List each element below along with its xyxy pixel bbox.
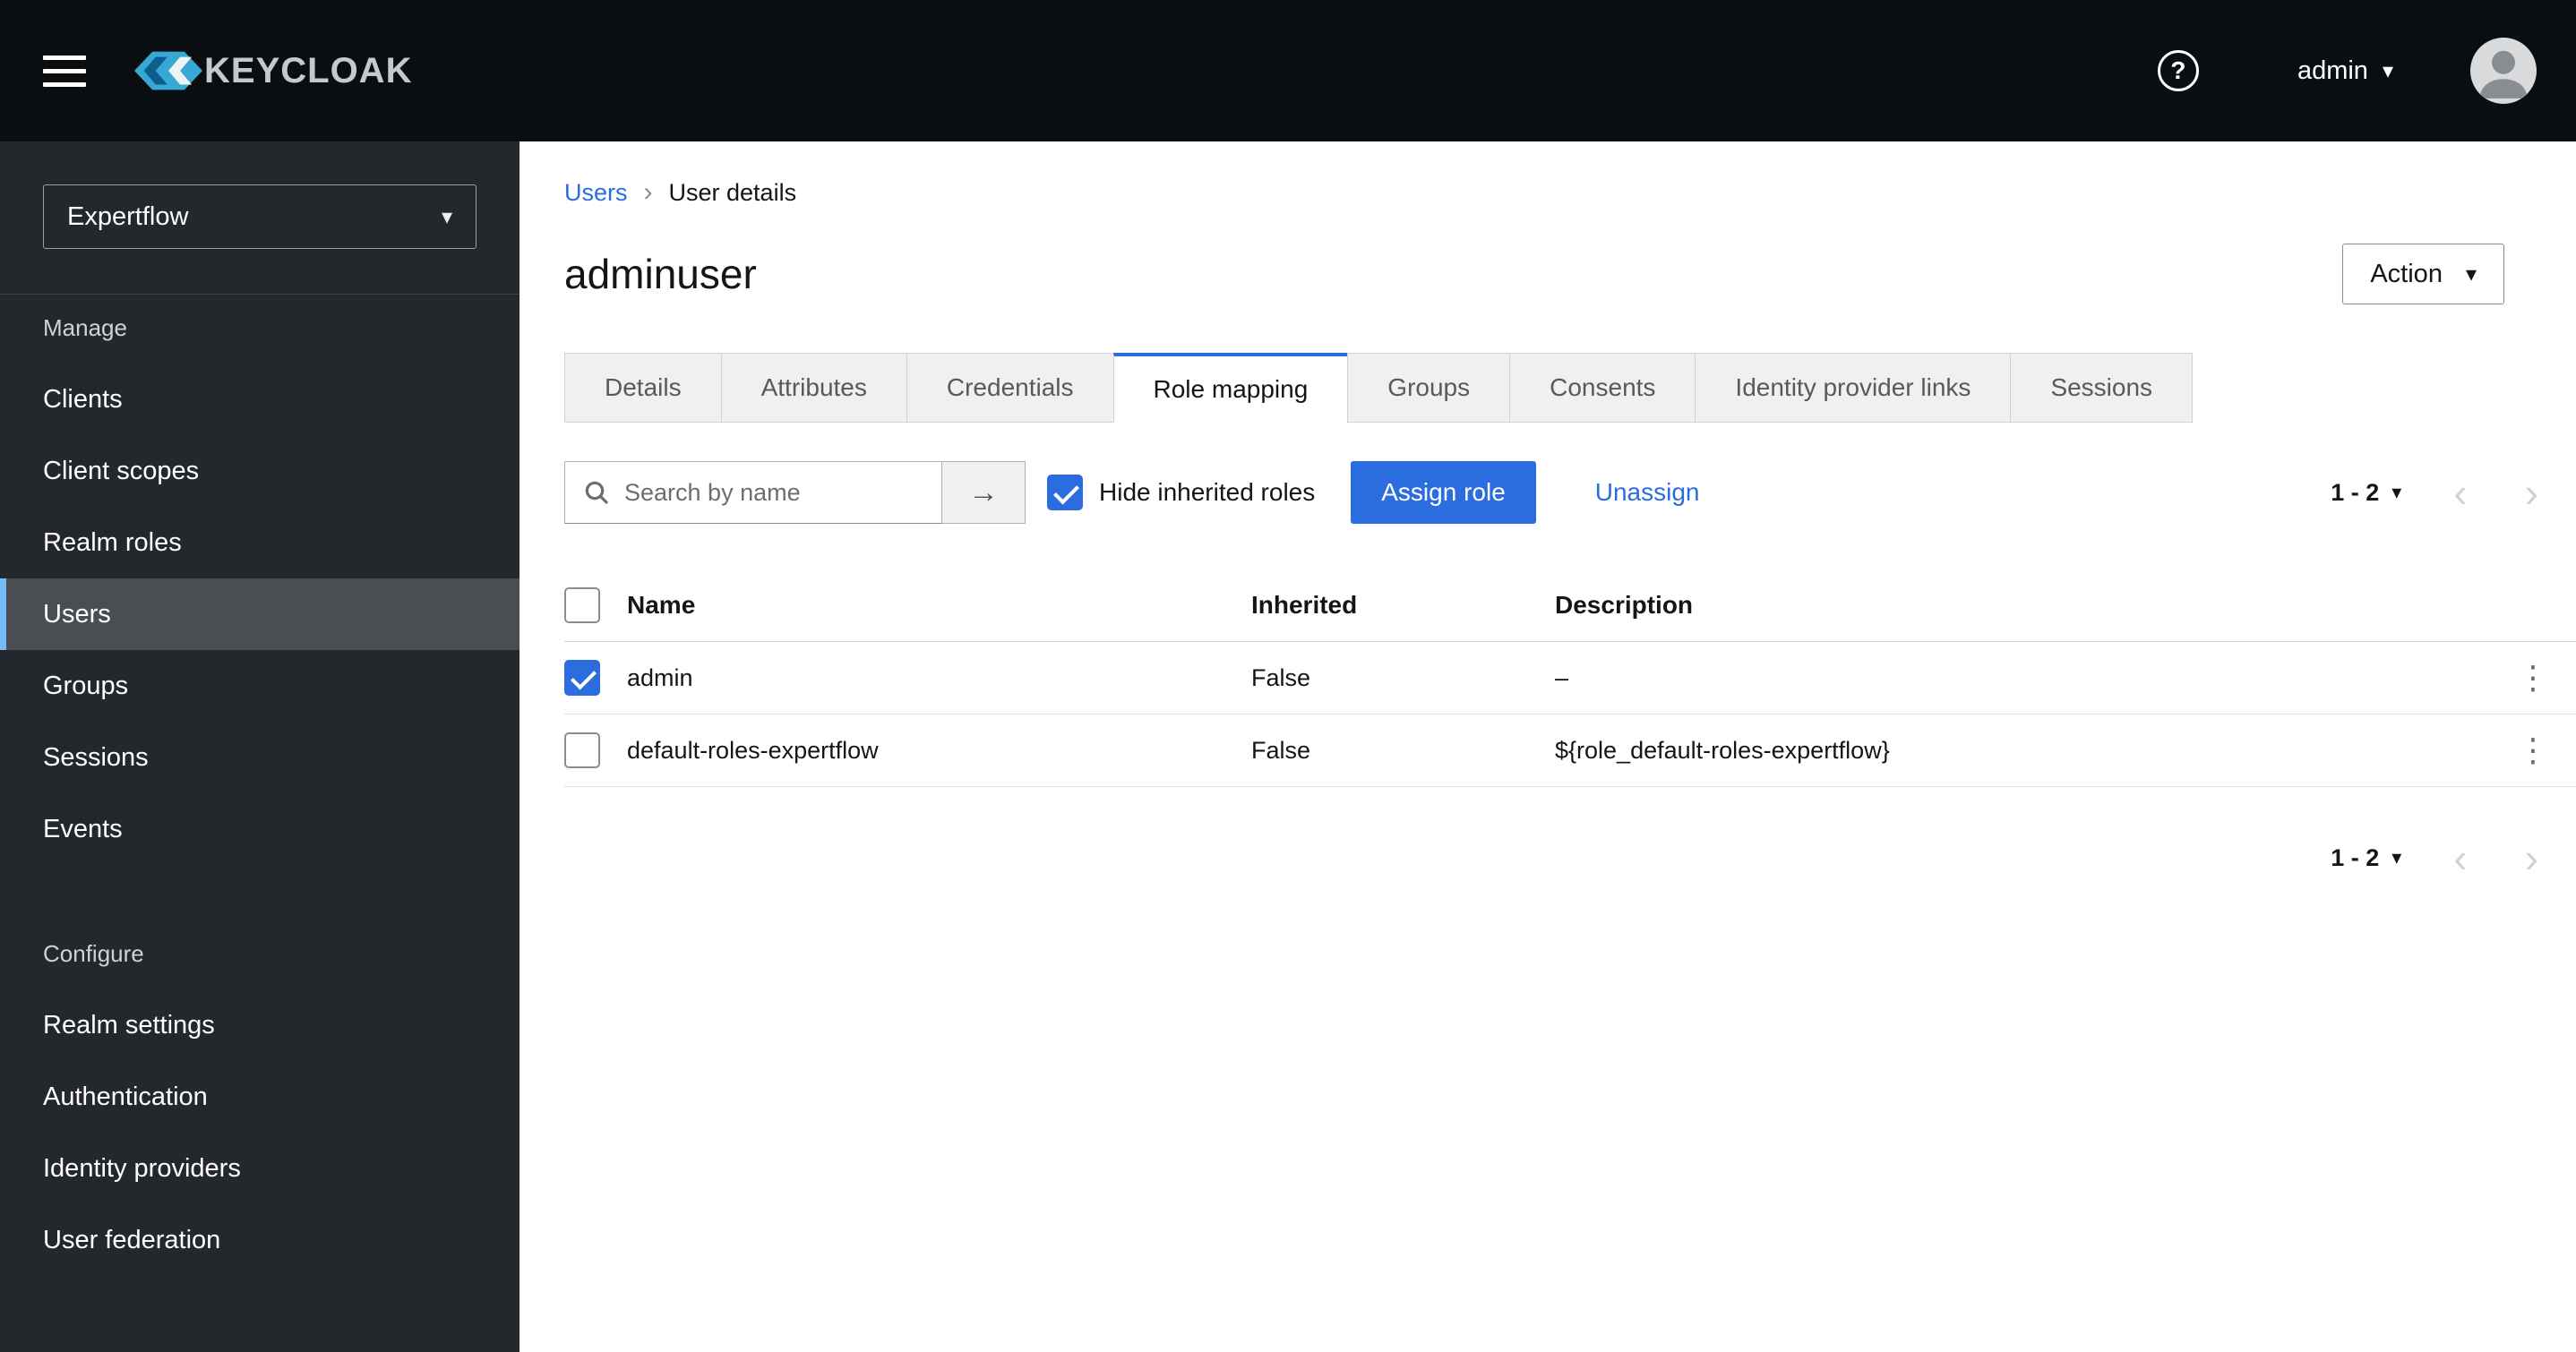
- unassign-link[interactable]: Unassign: [1595, 478, 1700, 507]
- main-content: Users › User details adminuser Action ▾ …: [519, 141, 2576, 1352]
- page-title: adminuser: [564, 251, 757, 297]
- select-all-checkbox[interactable]: [564, 586, 600, 623]
- tab-groups[interactable]: Groups: [1347, 353, 1511, 423]
- tab-role-mapping[interactable]: Role mapping: [1112, 353, 1349, 423]
- tab-credentials[interactable]: Credentials: [906, 353, 1114, 423]
- pagination-range-label: 1 - 2: [2331, 843, 2380, 871]
- chevron-down-icon: ▾: [2391, 481, 2402, 503]
- nav-section-configure: Configure: [43, 940, 144, 967]
- sidebar-item-groups[interactable]: Groups: [0, 650, 519, 722]
- role-description-cell: –: [1555, 663, 1569, 691]
- pagination-bottom: 1 - 2 ▾ ‹ ›: [564, 837, 2538, 878]
- column-header-name: Name: [627, 590, 696, 619]
- sidebar-item-client-scopes[interactable]: Client scopes: [0, 435, 519, 507]
- sidebar-item-user-federation[interactable]: User federation: [0, 1204, 519, 1276]
- realm-selector-label: Expertflow: [67, 201, 189, 231]
- sidebar-item-clients[interactable]: Clients: [0, 364, 519, 435]
- pagination-prev-icon[interactable]: ‹: [2453, 837, 2467, 878]
- tab-attributes[interactable]: Attributes: [720, 353, 907, 423]
- role-name-cell: admin: [627, 663, 693, 691]
- realm-selector[interactable]: Expertflow ▾: [43, 184, 477, 249]
- sidebar-item-events[interactable]: Events: [0, 793, 519, 865]
- user-menu-label: admin: [2297, 56, 2368, 85]
- hide-inherited-checkbox[interactable]: [1047, 475, 1083, 510]
- sidebar: Expertflow ▾ Manage Clients Client scope…: [0, 141, 519, 1352]
- help-icon[interactable]: ?: [2157, 50, 2199, 91]
- sidebar-item-identity-providers[interactable]: Identity providers: [0, 1133, 519, 1204]
- nav-section-manage: Manage: [43, 314, 127, 341]
- role-mapping-toolbar: → Hide inherited roles Assign role Unass…: [564, 461, 2576, 524]
- column-header-description: Description: [1555, 590, 1694, 619]
- action-dropdown-label: Action: [2370, 259, 2443, 288]
- avatar[interactable]: [2470, 38, 2537, 104]
- search-icon: [582, 478, 611, 513]
- breadcrumb-users-link[interactable]: Users: [564, 179, 628, 207]
- table-header-row: Name Inherited Description: [564, 569, 2576, 642]
- breadcrumb-separator-icon: ›: [643, 177, 653, 207]
- role-mapping-table: Name Inherited Description admin False –…: [564, 569, 2576, 787]
- table-row: admin False – ⋮: [564, 642, 2576, 715]
- search-input[interactable]: [564, 461, 942, 524]
- pagination-range-label: 1 - 2: [2331, 478, 2380, 506]
- role-inherited-cell: False: [1251, 663, 1311, 691]
- action-dropdown-button[interactable]: Action ▾: [2342, 244, 2504, 304]
- sidebar-item-sessions[interactable]: Sessions: [0, 722, 519, 793]
- chevron-down-icon: ▾: [2391, 846, 2402, 869]
- tab-sessions[interactable]: Sessions: [2010, 353, 2194, 423]
- assign-role-button[interactable]: Assign role: [1351, 461, 1536, 524]
- sidebar-item-realm-settings[interactable]: Realm settings: [0, 989, 519, 1061]
- masthead: KEYCLOAK ? admin ▾: [0, 0, 2576, 141]
- role-name-cell: default-roles-expertflow: [627, 736, 879, 764]
- tab-details[interactable]: Details: [564, 353, 722, 423]
- role-inherited-cell: False: [1251, 736, 1311, 764]
- global-nav-toggle-icon[interactable]: [43, 47, 86, 96]
- tab-consents[interactable]: Consents: [1509, 353, 1696, 423]
- kebab-menu-icon[interactable]: ⋮: [2490, 732, 2576, 769]
- sidebar-item-realm-roles[interactable]: Realm roles: [0, 507, 519, 578]
- pagination-prev-icon[interactable]: ‹: [2453, 472, 2467, 513]
- row-checkbox[interactable]: [564, 732, 600, 768]
- chevron-down-icon: ▾: [441, 204, 452, 229]
- hide-inherited-label: Hide inherited roles: [1099, 478, 1316, 506]
- pagination-range-dropdown[interactable]: 1 - 2 ▾: [2331, 479, 2401, 507]
- user-detail-tabs: Details Attributes Credentials Role mapp…: [564, 353, 2576, 423]
- pagination-next-icon[interactable]: ›: [2525, 837, 2538, 878]
- column-header-inherited: Inherited: [1251, 590, 1358, 619]
- brand-wordmark: KEYCLOAK: [204, 50, 413, 90]
- pagination-next-icon[interactable]: ›: [2525, 472, 2538, 513]
- chevron-down-icon: ▾: [2382, 58, 2393, 83]
- keycloak-logo-icon: [134, 51, 202, 90]
- pagination-top: 1 - 2 ▾ ‹ ›: [2331, 472, 2538, 513]
- row-checkbox[interactable]: [564, 660, 600, 696]
- role-description-cell: ${role_default-roles-expertflow}: [1555, 736, 1890, 764]
- tab-identity-provider-links[interactable]: Identity provider links: [1695, 353, 2012, 423]
- sidebar-item-users[interactable]: Users: [0, 578, 519, 650]
- sidebar-item-authentication[interactable]: Authentication: [0, 1061, 519, 1133]
- keycloak-logo[interactable]: KEYCLOAK: [134, 51, 412, 91]
- kebab-menu-icon[interactable]: ⋮: [2490, 659, 2576, 697]
- table-row: default-roles-expertflow False ${role_de…: [564, 715, 2576, 787]
- breadcrumb-current: User details: [668, 178, 797, 206]
- search-submit-button[interactable]: →: [941, 461, 1026, 524]
- user-menu[interactable]: admin ▾: [2297, 56, 2393, 86]
- arrow-right-icon: →: [968, 475, 999, 509]
- breadcrumb: Users › User details: [564, 177, 2576, 208]
- pagination-range-dropdown[interactable]: 1 - 2 ▾: [2331, 844, 2401, 872]
- chevron-down-icon: ▾: [2465, 261, 2477, 287]
